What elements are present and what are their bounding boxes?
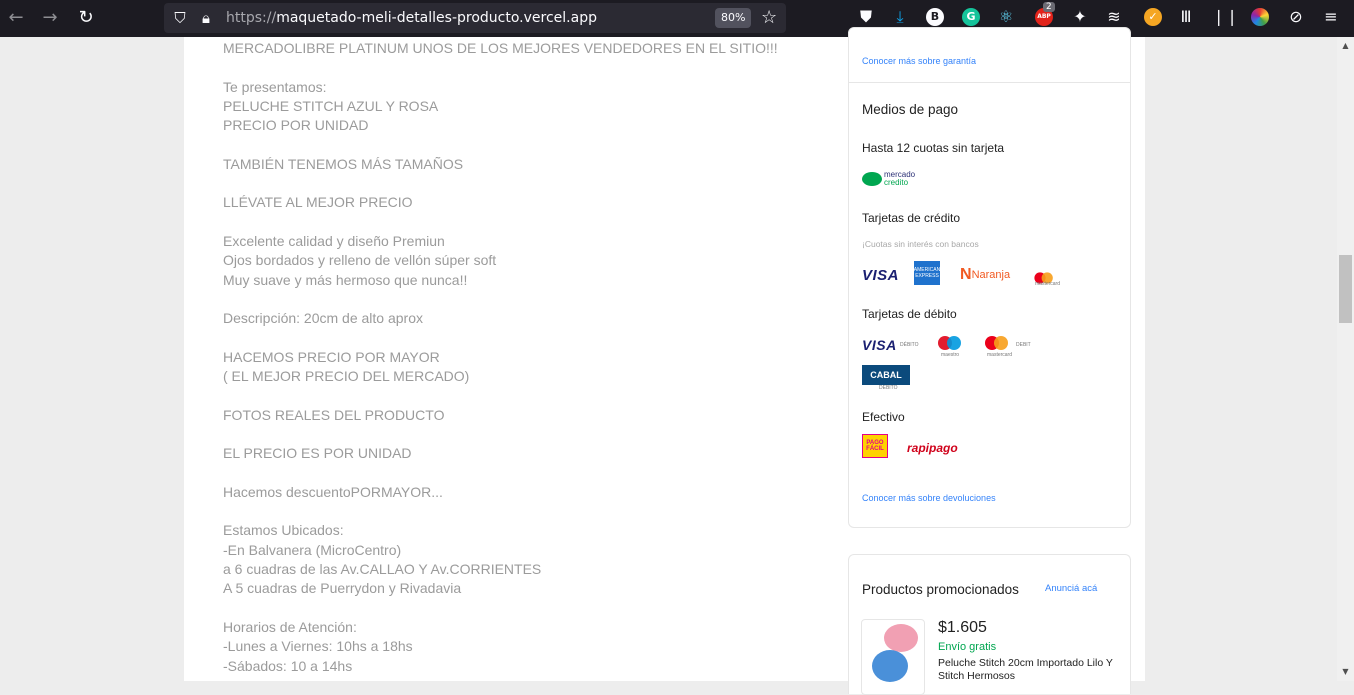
payment-methods-title: Medios de pago [862,102,959,117]
color-picker-icon[interactable] [1251,8,1269,26]
zoom-indicator[interactable]: 80% [715,8,752,28]
payment-panel: Conocer más sobre garantía Medios de pag… [848,27,1131,528]
returns-link[interactable]: Conocer más sobre devoluciones [862,493,996,503]
grammarly-icon[interactable]: G [962,8,980,26]
mastercard-debit-caption: mastercard [987,352,1013,358]
page-scrollbar[interactable]: ▲ ▼ [1337,37,1354,681]
back-icon[interactable]: ← [4,6,28,30]
mercado-credito-line2: credito [884,178,909,187]
handshake-icon [862,172,882,186]
pagofacil-text: PAGO FÁCIL [862,434,888,458]
page-content: MERCADOLIBRE PLATINUM UNOS DE LOS MEJORE… [184,27,1145,695]
lock-icon[interactable]: 🔒︎ [196,8,216,28]
url-host: maquetado-meli-detalles-producto.vercel.… [276,10,597,26]
compass-icon[interactable]: ⊘ [1286,6,1306,28]
menu-icon[interactable]: ≡ [1321,6,1341,28]
divider [849,82,1130,83]
address-bar[interactable]: ⛉ 🔒︎ https://maquetado-meli-detalles-pro… [164,3,786,33]
visa-text: VISA [862,266,900,284]
extension-badge-count: 2 [1043,2,1055,12]
cabal-logo: CABAL [862,365,910,385]
product-description: MERCADOLIBRE PLATINUM UNOS DE LOS MEJORE… [223,40,778,674]
cabal-caption: DEBITO [879,385,898,391]
product-shipping: Envío gratis [938,641,997,653]
download-icon[interactable]: ⤓ [890,6,910,28]
visa-debit-text: VISA [862,337,897,353]
cash-title: Efectivo [862,410,905,424]
scroll-up-arrow-icon[interactable]: ▲ [1337,41,1354,51]
url-text[interactable]: https://maquetado-meli-detalles-producto… [226,10,597,26]
installments-title: Hasta 12 cuotas sin tarjeta [862,141,1005,155]
mercado-credito-logo: mercado credito [862,169,915,189]
scroll-down-arrow-icon[interactable]: ▼ [1337,667,1354,677]
pink-stitch-plush [884,624,918,652]
scrollbar-thumb[interactable] [1339,255,1352,323]
visa-logo: VISA [862,265,899,285]
bookmark-star-icon[interactable]: ☆ [761,7,777,29]
mastercard-debit-circles [985,336,1009,350]
visa-debit-caption: DÉBITO [900,342,919,348]
product-price: $1.605 [938,619,987,636]
shield-icon[interactable]: ⛉ [170,8,190,28]
maestro-caption: maestro [941,352,960,358]
product-title[interactable]: Peluche Stitch 20cm Importado Lilo Y Sti… [938,657,1118,683]
columns-icon[interactable]: Ⅲ [1176,6,1196,28]
maestro-circles [938,336,962,350]
amex-text: AMERICAN EXPRESS [914,261,940,285]
mastercard-credit-caption: mastercard [1035,281,1061,287]
url-protocol: https:// [226,10,277,26]
amex-logo: AMERICAN EXPRESS [914,261,940,285]
react-devtools-icon[interactable]: ⚛ [996,6,1016,28]
mastercard-debit-logo [985,333,1009,353]
code-extension-icon[interactable]: ❘❘ [1212,6,1239,28]
wave-icon[interactable]: ≋ [1104,6,1124,28]
maestro-logo [938,333,962,353]
promoted-title: Productos promocionados [862,582,1019,597]
visa-debit-logo: VISA [862,335,897,355]
blue-stitch-plush [872,650,908,682]
rapipago-logo: rapipago [907,441,958,455]
pagofacil-logo: PAGO FÁCIL [862,434,888,458]
debit-cards-title: Tarjetas de débito [862,307,957,321]
advertise-link[interactable]: Anunciá acá [1045,583,1097,594]
naranja-text: Naranja [971,269,1011,281]
browser-toolbar: ← → ↻ ⛉ 🔒︎ https://maquetado-meli-detall… [0,0,1354,37]
forward-icon[interactable]: → [38,6,62,30]
product-thumbnail[interactable] [861,619,925,695]
ninja-icon[interactable]: ✦ [1070,6,1090,28]
promoted-products-panel: Productos promocionados Anunciá acá $1.6… [848,554,1131,695]
cabal-text: CABAL [862,365,910,385]
mastercard-debit-label: DEBIT [1016,342,1031,348]
b-extension-icon[interactable]: B [926,8,944,26]
warranty-link[interactable]: Conocer más sobre garantía [862,56,976,66]
flag-extension-icon[interactable]: ✓ [1144,8,1162,26]
naranja-logo: N Naranja [960,265,1010,285]
pocket-icon[interactable]: ⛊ [856,6,876,28]
naranja-mark: N [960,266,972,283]
reload-icon[interactable]: ↻ [74,6,98,30]
credit-cards-title: Tarjetas de crédito [862,211,961,225]
credit-cards-note: ¡Cuotas sin interés con bancos [862,239,979,249]
